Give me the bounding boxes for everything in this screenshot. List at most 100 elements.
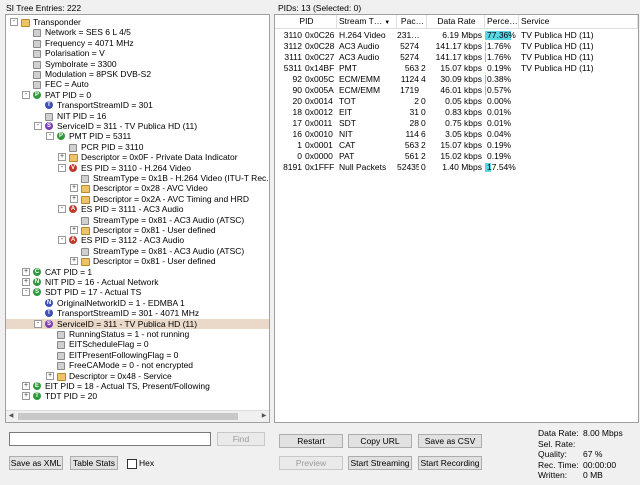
tree-node[interactable]: - P PMT PID = 5311: [6, 131, 269, 141]
value-icon: [81, 216, 89, 225]
tree-node-label: Modulation = 8PSK DVB-S2: [45, 69, 152, 79]
expand-icon[interactable]: +: [70, 226, 78, 234]
percent-text: 1.76%: [487, 41, 512, 51]
tree-node[interactable]: Symbolrate = 3300: [6, 59, 269, 69]
tree-node[interactable]: PCR PID = 3110: [6, 142, 269, 152]
table-row[interactable]: 16 0x0010 NIT 114 6 3.05 kbps 0.04%: [275, 129, 638, 140]
pid-list-title: PIDs: 13 (Selected: 0): [278, 3, 362, 13]
scroll-right-icon[interactable]: ▶: [259, 411, 269, 422]
tree-node[interactable]: Network = SES 6 L 4/5: [6, 27, 269, 38]
column-header[interactable]: Data Rate: [427, 15, 485, 28]
collapse-icon[interactable]: -: [58, 205, 66, 214]
expand-icon[interactable]: +: [22, 382, 30, 390]
tree-node[interactable]: T TransportStreamID = 301 - 4071 MHz: [6, 308, 269, 318]
tree-node[interactable]: - S ServiceID = 311 - TV Publica HD (11): [6, 318, 269, 329]
collapse-icon[interactable]: -: [46, 132, 54, 141]
expand-icon[interactable]: +: [22, 392, 30, 401]
column-header[interactable]: Perce…: [485, 15, 519, 28]
tree-node[interactable]: + Descriptor = 0x48 - Service: [6, 371, 269, 381]
expand-icon[interactable]: +: [22, 267, 30, 276]
tree-node[interactable]: Polarisation = V: [6, 48, 269, 59]
tree-node[interactable]: - S SDT PID = 17 - Actual TS: [6, 287, 269, 297]
restart-button[interactable]: Restart: [279, 434, 343, 448]
tree-node[interactable]: FEC = Auto: [6, 79, 269, 90]
si-tree[interactable]: - Transponder Network = SES 6 L 4/5 Frequen…: [5, 14, 270, 423]
save-as-xml-button[interactable]: Save as XML: [9, 456, 63, 470]
tree-node[interactable]: NIT PID = 16: [6, 111, 269, 121]
expand-icon[interactable]: +: [46, 371, 54, 380]
tree-node[interactable]: + T TDT PID = 20: [6, 391, 269, 401]
column-header[interactable]: PID: [275, 15, 337, 28]
expand-icon[interactable]: +: [70, 184, 78, 193]
tree-node[interactable]: T TransportStreamID = 301: [6, 100, 269, 110]
tree-node[interactable]: + Descriptor = 0x2A - AVC Timing and HRD: [6, 194, 269, 204]
tree-node[interactable]: + Descriptor = 0x28 - AVC Video: [6, 183, 269, 194]
tree-node[interactable]: StreamType = 0x81 - AC3 Audio (ATSC): [6, 246, 269, 256]
tree-node[interactable]: EITScheduleFlag = 0: [6, 339, 269, 350]
table-row[interactable]: 90 0x005A ECM/EMM 1719 46.01 kbps 0.57%: [275, 85, 638, 96]
tree-node[interactable]: - V ES PID = 3110 - H.264 Video: [6, 163, 269, 173]
tree-node[interactable]: StreamType = 0x1B - H.264 Video (ITU-T R…: [6, 173, 269, 183]
column-header[interactable]: Stream T… ▼: [337, 15, 397, 28]
tree-node[interactable]: EITPresentFollowingFlag = 0: [6, 350, 269, 360]
find-input[interactable]: [9, 432, 211, 446]
expand-icon[interactable]: +: [58, 153, 66, 162]
tree-node[interactable]: - Transponder: [6, 17, 269, 27]
table-row[interactable]: 3112 0x0C28 AC3 Audio 5274 141.17 kbps 1.76% T…: [275, 41, 638, 52]
table-row[interactable]: 5311 0x14BF PMT 563 2 15.07 kbps 0.19% TV Publi…: [275, 63, 638, 74]
tree-node[interactable]: - S ServiceID = 311 - TV Publica HD (11): [6, 121, 269, 131]
tree-node[interactable]: N OriginalNetworkID = 1 - EDMBA 1: [6, 298, 269, 308]
table-row[interactable]: 92 0x005C ECM/EMM 1124 4 30.09 kbps 0.38%: [275, 74, 638, 85]
expand-icon[interactable]: +: [22, 278, 30, 286]
tree-node[interactable]: - P PAT PID = 0: [6, 90, 269, 100]
tree-node[interactable]: FreeCAMode = 0 - not encrypted: [6, 360, 269, 371]
start-recording-button[interactable]: Start Recording: [418, 456, 482, 470]
tree-node[interactable]: + Descriptor = 0x81 - User defined: [6, 256, 269, 267]
tree-node[interactable]: + Descriptor = 0x0F - Private Data Indica…: [6, 152, 269, 163]
tree-node[interactable]: Frequency = 4071 MHz: [6, 38, 269, 48]
tree-node[interactable]: Modulation = 8PSK DVB-S2: [6, 69, 269, 79]
save-as-csv-button[interactable]: Save as CSV: [418, 434, 482, 448]
tree-node[interactable]: - A ES PID = 3111 - AC3 Audio: [6, 204, 269, 214]
table-row[interactable]: 17 0x0011 SDT 28 0 0.75 kbps 0.01%: [275, 118, 638, 129]
expand-icon[interactable]: +: [70, 257, 78, 266]
pid-list[interactable]: PID Stream T… ▼ Pac… Data Rate Perce… Service …: [274, 14, 639, 423]
tree-node[interactable]: RunningStatus = 1 - not running: [6, 329, 269, 339]
tree-horizontal-scrollbar[interactable]: ◀ ▶: [6, 410, 269, 422]
tree-node-label: Network = SES 6 L 4/5: [45, 27, 131, 38]
scrollbar-thumb[interactable]: [18, 413, 238, 420]
node-type-n-icon: N: [33, 278, 41, 286]
table-row[interactable]: 8191 0x1FFF Null Packets 52435 0 1.40 Mbps 17.…: [275, 162, 638, 173]
tree-node[interactable]: + E EIT PID = 18 - Actual TS, Present/Foll…: [6, 381, 269, 391]
collapse-icon[interactable]: -: [22, 90, 30, 99]
table-row[interactable]: 20 0x0014 TOT 2 0 0.05 kbps 0.00%: [275, 96, 638, 107]
table-row[interactable]: 3111 0x0C27 AC3 Audio 5274 141.17 kbps 1.76% T…: [275, 52, 638, 63]
tree-node[interactable]: + Descriptor = 0x81 - User defined: [6, 225, 269, 235]
folder-icon: [81, 258, 90, 267]
copy-url-button[interactable]: Copy URL: [348, 434, 412, 448]
tree-node[interactable]: StreamType = 0x81 - AC3 Audio (ATSC): [6, 215, 269, 225]
collapse-icon[interactable]: -: [34, 122, 42, 130]
collapse-icon[interactable]: -: [58, 236, 66, 245]
tree-node[interactable]: + C CAT PID = 1: [6, 267, 269, 277]
collapse-icon[interactable]: -: [10, 18, 18, 26]
scroll-left-icon[interactable]: ◀: [6, 411, 16, 422]
column-header[interactable]: Service: [519, 15, 638, 28]
collapse-icon[interactable]: -: [34, 319, 42, 328]
table-row[interactable]: 0 0x0000 PAT 561 2 15.02 kbps 0.19%: [275, 151, 638, 162]
table-row[interactable]: 3110 0x0C26 H.264 Video 231… 6.19 Mbps 77.36%…: [275, 30, 638, 41]
column-header[interactable]: Pac…: [397, 15, 427, 28]
table-stats-button[interactable]: Table Stats: [70, 456, 118, 470]
start-streaming-button[interactable]: Start Streaming: [348, 456, 412, 470]
tree-node[interactable]: + N NIT PID = 16 - Actual Network: [6, 277, 269, 287]
table-row[interactable]: 18 0x0012 EIT 31 0 0.83 kbps 0.01%: [275, 107, 638, 118]
expand-icon[interactable]: +: [70, 194, 78, 203]
table-row[interactable]: 1 0x0001 CAT 563 2 15.07 kbps 0.19%: [275, 140, 638, 151]
preview-button[interactable]: Preview: [279, 456, 343, 470]
hex-checkbox[interactable]: [127, 459, 137, 469]
collapse-icon[interactable]: -: [58, 163, 66, 172]
stat-row: Quality: 67 %: [538, 449, 602, 459]
find-button[interactable]: Find: [217, 432, 265, 446]
collapse-icon[interactable]: -: [22, 288, 30, 297]
tree-node[interactable]: - A ES PID = 3112 - AC3 Audio: [6, 235, 269, 245]
